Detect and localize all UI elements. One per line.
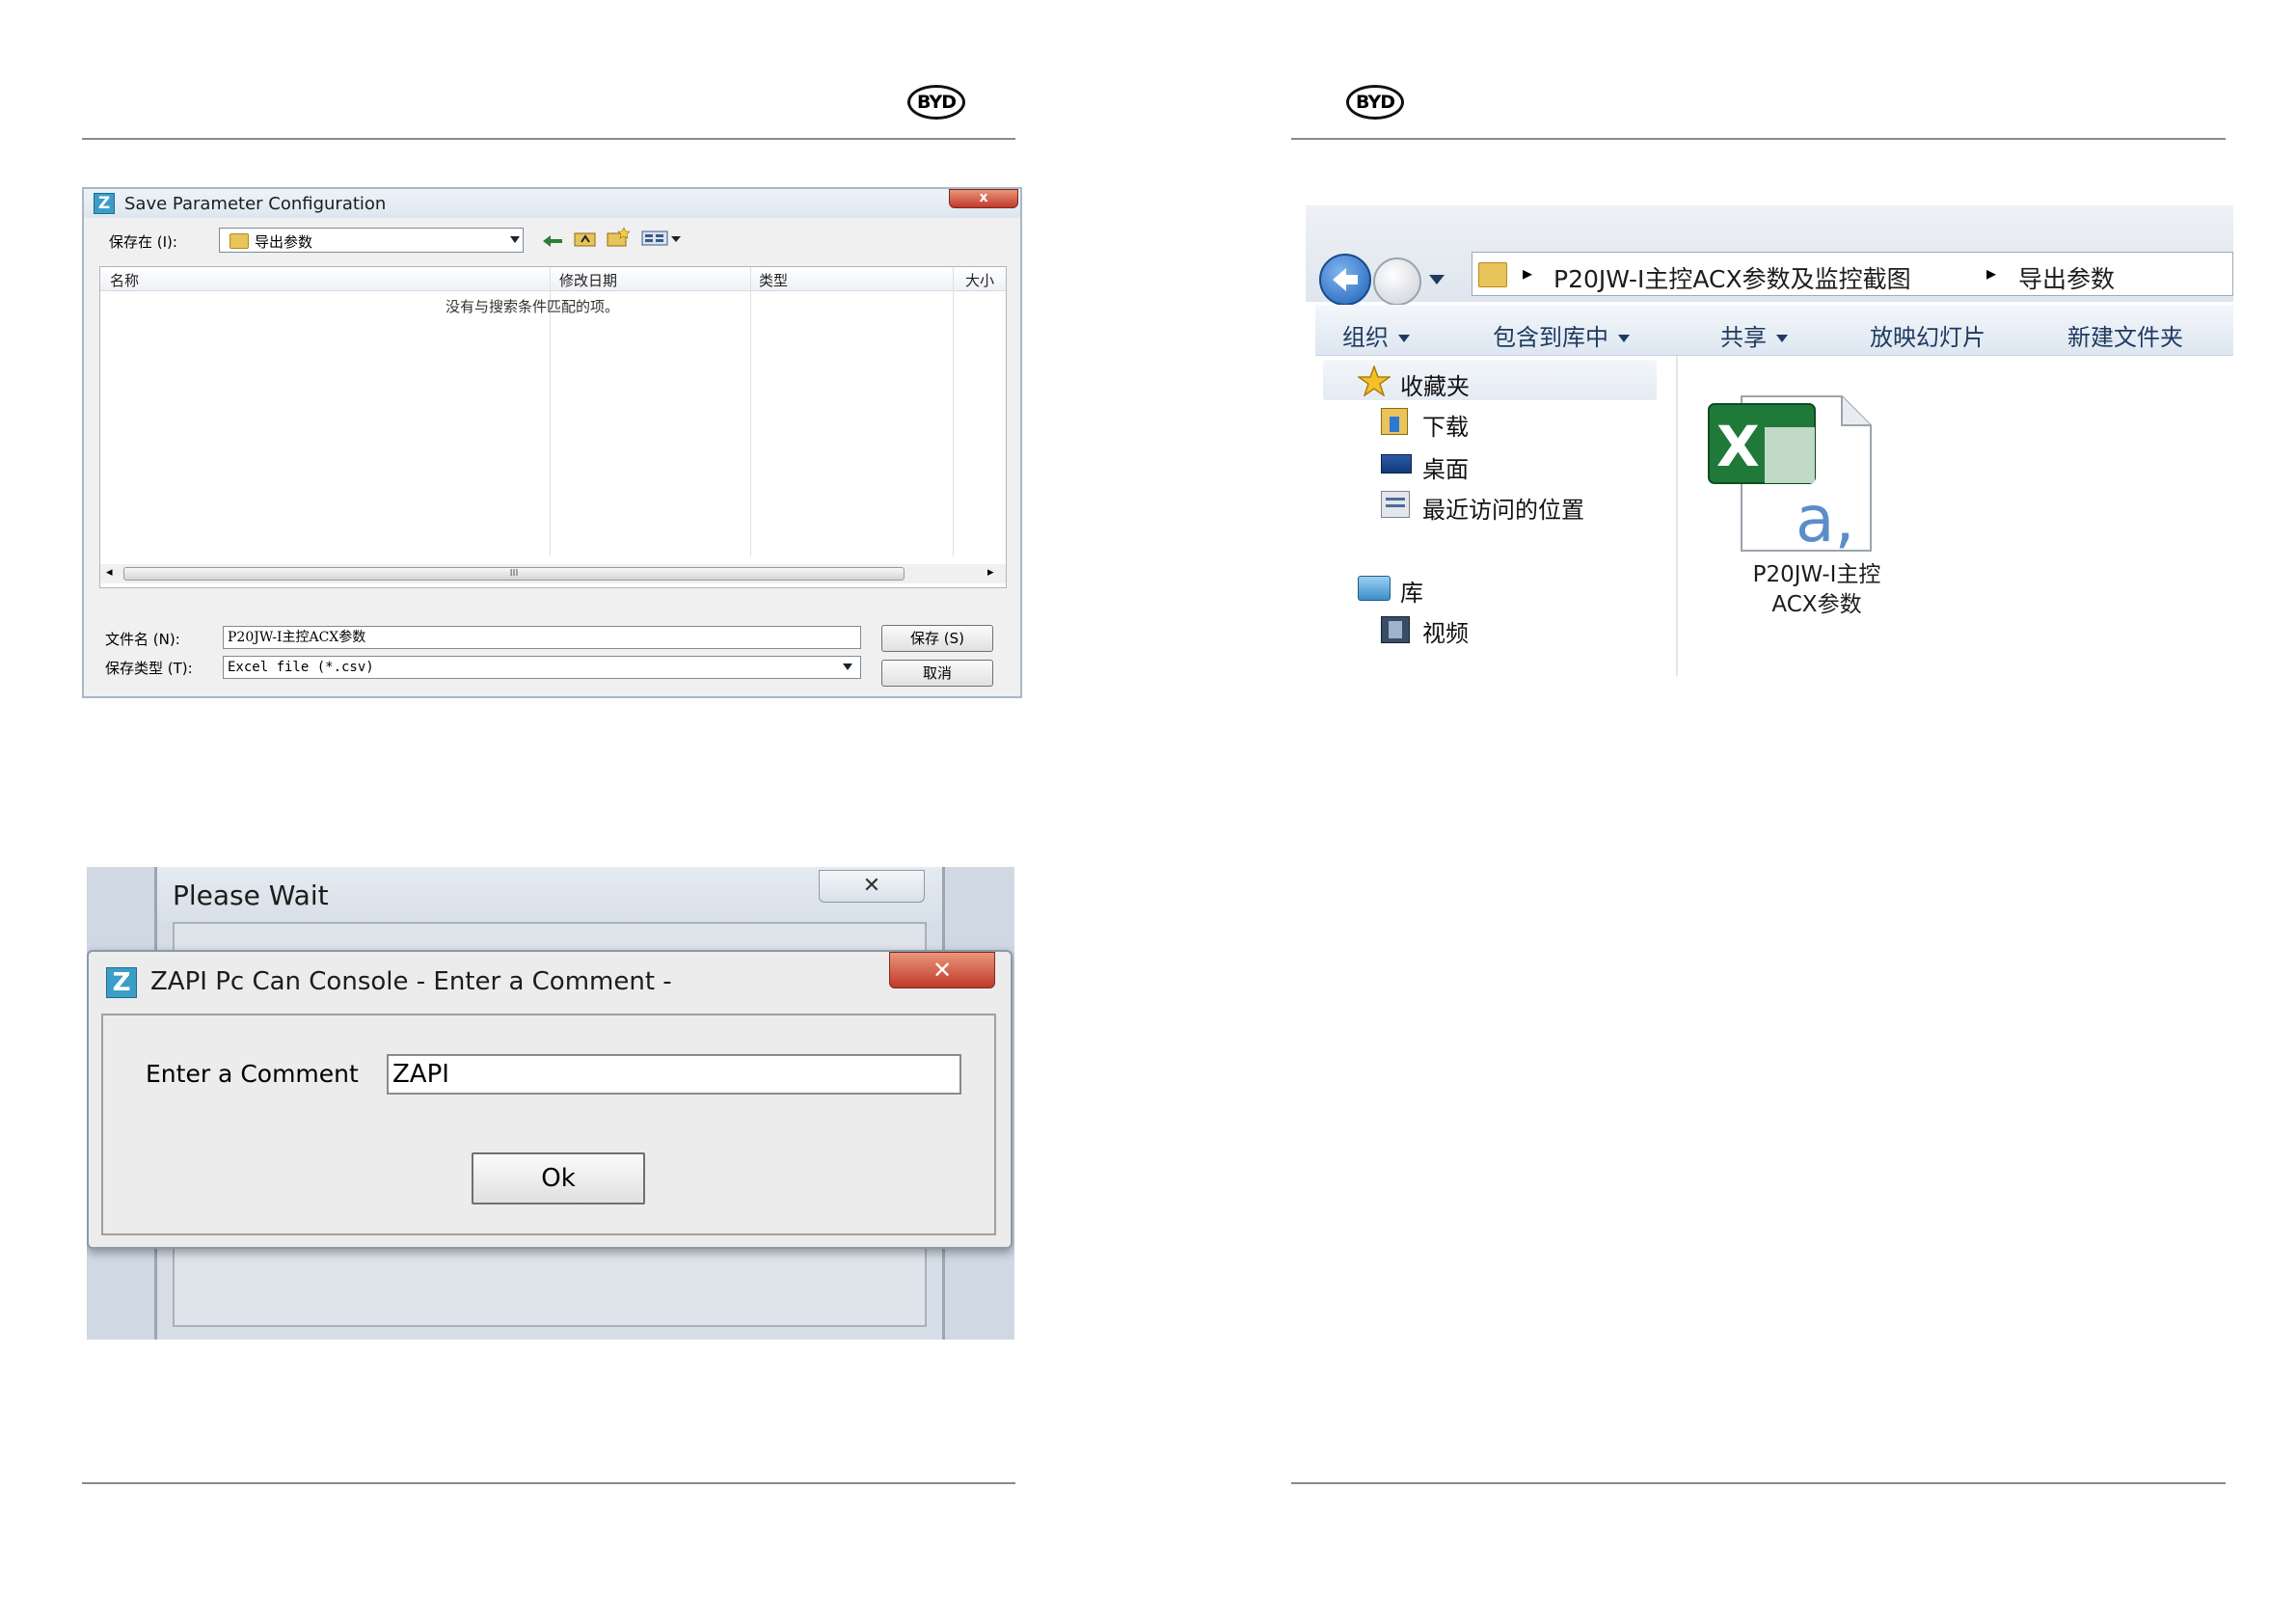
- new-folder-icon[interactable]: [607, 227, 631, 247]
- toolbar-new-folder[interactable]: 新建文件夹: [2067, 318, 2183, 352]
- empty-list-message: 没有与搜索条件匹配的项。: [446, 298, 620, 315]
- footer-rule-right: [1291, 1482, 2226, 1484]
- downloads-icon: [1381, 408, 1408, 435]
- byd-logo-right: BYD: [1346, 85, 1404, 120]
- please-wait-title: Please Wait: [173, 880, 329, 911]
- scroll-left-icon[interactable]: ◂: [106, 565, 113, 580]
- back-icon[interactable]: [543, 233, 564, 247]
- close-icon: ✕: [932, 957, 953, 984]
- filename-input[interactable]: P20JW-I主控ACX参数: [223, 626, 861, 649]
- close-button[interactable]: ✕: [889, 952, 995, 988]
- column-name[interactable]: 名称: [110, 270, 139, 291]
- column-modified[interactable]: 修改日期: [559, 270, 617, 291]
- save-parameter-dialog: Z Save Parameter Configuration x 保存在 (I)…: [82, 187, 1022, 698]
- excel-file-icon: X a,: [1708, 395, 1872, 556]
- folder-icon: [1478, 262, 1507, 287]
- filetype-label: 保存类型 (T):: [105, 660, 193, 677]
- zapi-icon: Z: [94, 193, 115, 214]
- nav-recent-places[interactable]: 最近访问的位置: [1422, 491, 1584, 525]
- back-arrow-icon: [1333, 268, 1358, 291]
- view-menu-icon[interactable]: [641, 230, 684, 247]
- address-box[interactable]: ▸ P20JW-I主控ACX参数及监控截图 ▸ 导出参数: [1472, 252, 2233, 296]
- library-icon: [1358, 576, 1391, 601]
- svg-text:a,: a,: [1796, 482, 1854, 556]
- breadcrumb-separator-icon: ▸: [1986, 261, 1997, 284]
- nav-favorites[interactable]: 收藏夹: [1400, 367, 1470, 401]
- folder-icon: [230, 233, 249, 249]
- back-button[interactable]: [1319, 254, 1371, 306]
- command-toolbar: 组织 包含到库中 共享 放映幻灯片 新建文件夹: [1315, 305, 2233, 356]
- close-icon: ✕: [862, 874, 881, 898]
- breadcrumb-item[interactable]: 导出参数: [2018, 260, 2115, 295]
- list-header-bar: [100, 267, 1006, 291]
- header-rule-right: [1291, 138, 2226, 140]
- header-rule-left: [82, 138, 1015, 140]
- svg-text:X: X: [1716, 414, 1760, 479]
- ok-button[interactable]: Ok: [472, 1152, 645, 1204]
- navigation-pane: 收藏夹 下载 桌面 最近访问的位置 库 视频: [1315, 356, 1678, 676]
- star-icon: [1358, 365, 1391, 396]
- zapi-icon: Z: [106, 967, 137, 998]
- column-type[interactable]: 类型: [759, 270, 788, 291]
- save-dialog-titlebar: Z Save Parameter Configuration x: [84, 189, 1020, 218]
- comment-label: Enter a Comment: [146, 1060, 359, 1088]
- byd-logo-left: BYD: [907, 85, 965, 120]
- scroll-right-icon[interactable]: ▸: [987, 565, 994, 580]
- chevron-down-icon: [1618, 335, 1630, 342]
- close-button[interactable]: x: [949, 189, 1018, 208]
- toolbar-organize[interactable]: 组织: [1342, 318, 1410, 352]
- toolbar-slideshow[interactable]: 放映幻灯片: [1870, 318, 1985, 352]
- nav-downloads[interactable]: 下载: [1422, 408, 1469, 442]
- comment-dialog-body: Enter a Comment ZAPI Ok: [101, 1014, 996, 1235]
- column-divider: [953, 267, 954, 556]
- filename-label: 文件名 (N):: [105, 631, 180, 648]
- scrollbar-thumb[interactable]: III: [123, 567, 905, 581]
- file-item[interactable]: X a, P20JW-I主控 ACX参数: [1691, 389, 1942, 639]
- chevron-down-icon: [843, 663, 852, 670]
- chevron-down-icon: [1398, 335, 1410, 342]
- breadcrumb-item[interactable]: P20JW-I主控ACX参数及监控截图: [1553, 260, 1911, 295]
- nav-videos[interactable]: 视频: [1422, 614, 1469, 648]
- horizontal-scrollbar[interactable]: ◂ III ▸: [100, 564, 1006, 583]
- nav-desktop[interactable]: 桌面: [1422, 450, 1469, 484]
- breadcrumb-separator-icon: ▸: [1523, 261, 1533, 284]
- save-in-select[interactable]: 导出参数: [219, 228, 524, 253]
- save-in-label: 保存在 (I):: [109, 233, 177, 251]
- save-button[interactable]: 保存 (S): [881, 625, 993, 652]
- comment-input[interactable]: ZAPI: [387, 1054, 961, 1095]
- wait-close-button[interactable]: ✕: [819, 870, 925, 903]
- desktop-icon: [1381, 454, 1412, 474]
- file-name: P20JW-I主控 ACX参数: [1752, 562, 1881, 617]
- chevron-down-icon: [1776, 335, 1788, 342]
- save-dialog-title: Save Parameter Configuration: [124, 194, 387, 214]
- footer-rule-left: [82, 1482, 1015, 1484]
- column-divider: [750, 267, 751, 556]
- chevron-down-icon: [510, 236, 520, 243]
- history-dropdown-icon[interactable]: [1429, 275, 1445, 284]
- close-icon: x: [979, 190, 988, 205]
- toolbar-include-library[interactable]: 包含到库中: [1493, 318, 1630, 352]
- comment-screenshot: Please Wait ✕ Z ZAPI Pc Can Console - En…: [87, 867, 1014, 1340]
- recent-places-icon: [1381, 491, 1410, 518]
- column-size[interactable]: 大小: [965, 270, 994, 291]
- toolbar-share[interactable]: 共享: [1720, 318, 1788, 352]
- filetype-select[interactable]: Excel file (*.csv): [223, 656, 861, 679]
- cancel-button[interactable]: 取消: [881, 660, 993, 687]
- video-icon: [1381, 616, 1410, 643]
- up-folder-icon[interactable]: [574, 230, 597, 247]
- comment-dialog-title: ZAPI Pc Can Console - Enter a Comment -: [150, 967, 672, 996]
- forward-button[interactable]: [1373, 257, 1421, 306]
- nav-libraries[interactable]: 库: [1400, 574, 1423, 608]
- save-in-value: 导出参数: [255, 233, 313, 251]
- file-list[interactable]: 名称 修改日期 类型 大小 没有与搜索条件匹配的项。 ◂ III ▸: [99, 266, 1007, 588]
- enter-comment-dialog: Z ZAPI Pc Can Console - Enter a Comment …: [87, 950, 1013, 1249]
- explorer-window: ▸ P20JW-I主控ACX参数及监控截图 ▸ 导出参数 组织 包含到库中 共享…: [1306, 205, 2233, 676]
